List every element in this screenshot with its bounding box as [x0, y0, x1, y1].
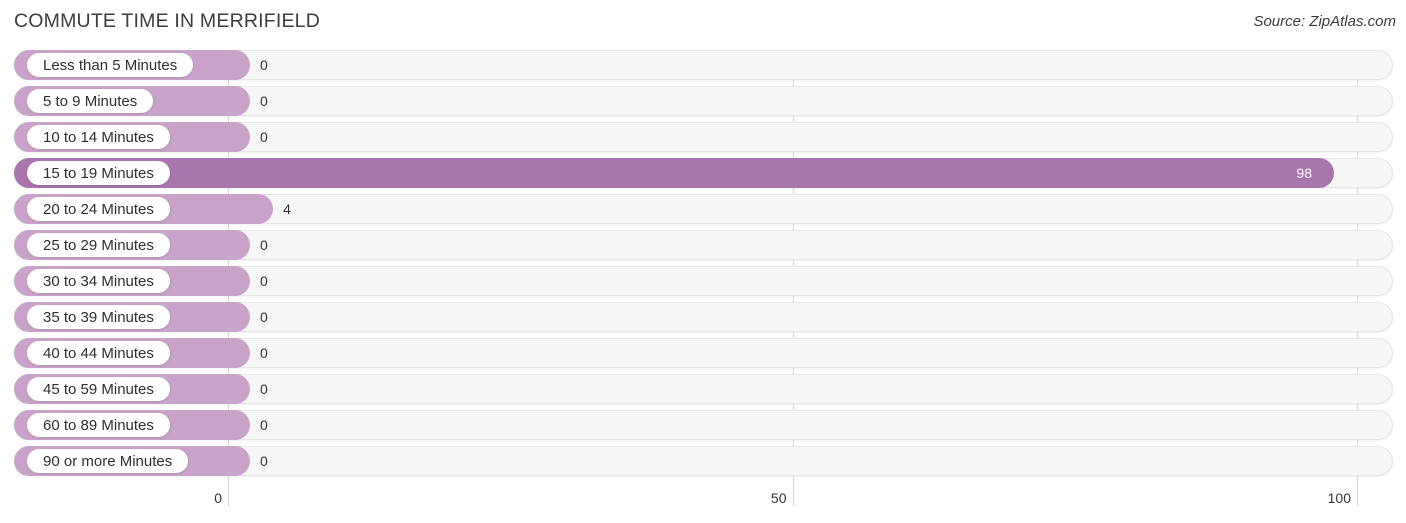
bar-value-label: 0 [260, 309, 268, 325]
bar-row[interactable]: 60 to 89 Minutes 0 [0, 410, 1406, 440]
axis-tick-mark-100 [1357, 486, 1358, 506]
category-label: 60 to 89 Minutes [43, 416, 154, 434]
category-label: 5 to 9 Minutes [43, 92, 138, 110]
bar-row[interactable]: Less than 5 Minutes 0 [0, 50, 1406, 80]
bar-value-label: 0 [260, 129, 268, 145]
bar-row[interactable]: 15 to 19 Minutes 98 [0, 158, 1406, 188]
bar-row[interactable]: 90 or more Minutes 0 [0, 446, 1406, 476]
category-label-pill: 45 to 59 Minutes [27, 377, 170, 401]
category-label-pill: 25 to 29 Minutes [27, 233, 170, 257]
axis-tick-mark-50 [792, 486, 794, 506]
bar-value-label: 0 [260, 237, 268, 253]
chart-page: COMMUTE TIME IN MERRIFIELD Source: ZipAt… [0, 0, 1406, 523]
category-label: 25 to 29 Minutes [43, 236, 154, 254]
category-label-pill: 10 to 14 Minutes [27, 125, 170, 149]
bar-value-label: 0 [260, 453, 268, 469]
source-attribution: Source: ZipAtlas.com [1253, 13, 1396, 30]
category-label-pill: Less than 5 Minutes [27, 53, 194, 77]
category-label-pill: 30 to 34 Minutes [27, 269, 170, 293]
category-label-pill: 20 to 24 Minutes [27, 197, 170, 221]
category-label: 30 to 34 Minutes [43, 272, 154, 290]
bar-value-label: 0 [260, 417, 268, 433]
bar-row[interactable]: 40 to 44 Minutes 0 [0, 338, 1406, 368]
x-axis: 0 50 100 [0, 486, 1406, 523]
category-label-pill: 40 to 44 Minutes [27, 341, 170, 365]
category-label-pill: 90 or more Minutes [27, 449, 189, 473]
plot-area: Less than 5 Minutes 0 5 to 9 Minutes 0 10 to… [0, 50, 1406, 486]
category-label: 20 to 24 Minutes [43, 200, 154, 218]
category-label: 15 to 19 Minutes [43, 164, 154, 182]
bar-row[interactable]: 35 to 39 Minutes 0 [0, 302, 1406, 332]
bar-rows: Less than 5 Minutes 0 5 to 9 Minutes 0 10 to… [0, 50, 1406, 482]
axis-tick-label-100: 100 [1327, 490, 1351, 506]
category-label-pill: 35 to 39 Minutes [27, 305, 170, 329]
bar-row[interactable]: 30 to 34 Minutes 0 [0, 266, 1406, 296]
bar-row[interactable]: 45 to 59 Minutes 0 [0, 374, 1406, 404]
axis-tick-mark-0 [228, 486, 229, 506]
category-label-pill: 60 to 89 Minutes [27, 413, 170, 437]
category-label: Less than 5 Minutes [43, 56, 178, 74]
category-label: 45 to 59 Minutes [43, 380, 154, 398]
bar-value-label: 0 [260, 273, 268, 289]
bar-value-label: 98 [1296, 165, 1312, 181]
bar-row[interactable]: 5 to 9 Minutes 0 [0, 86, 1406, 116]
axis-tick-label-0: 0 [214, 490, 222, 506]
category-label: 10 to 14 Minutes [43, 128, 154, 146]
bar-row[interactable]: 25 to 29 Minutes 0 [0, 230, 1406, 260]
bar-value-label: 4 [283, 201, 291, 217]
category-label-pill: 5 to 9 Minutes [27, 89, 154, 113]
category-label: 35 to 39 Minutes [43, 308, 154, 326]
bar-fill [14, 158, 1335, 188]
bar-row[interactable]: 20 to 24 Minutes 4 [0, 194, 1406, 224]
bar-value-label: 0 [260, 381, 268, 397]
category-label: 40 to 44 Minutes [43, 344, 154, 362]
bar-value-label: 0 [260, 345, 268, 361]
bar-value-label: 0 [260, 57, 268, 73]
bar-value-label: 0 [260, 93, 268, 109]
page-title: COMMUTE TIME IN MERRIFIELD [14, 10, 321, 32]
category-label: 90 or more Minutes [43, 452, 173, 470]
category-label-pill: 15 to 19 Minutes [27, 161, 170, 185]
axis-tick-label-50: 50 [770, 490, 787, 506]
bar-row[interactable]: 10 to 14 Minutes 0 [0, 122, 1406, 152]
